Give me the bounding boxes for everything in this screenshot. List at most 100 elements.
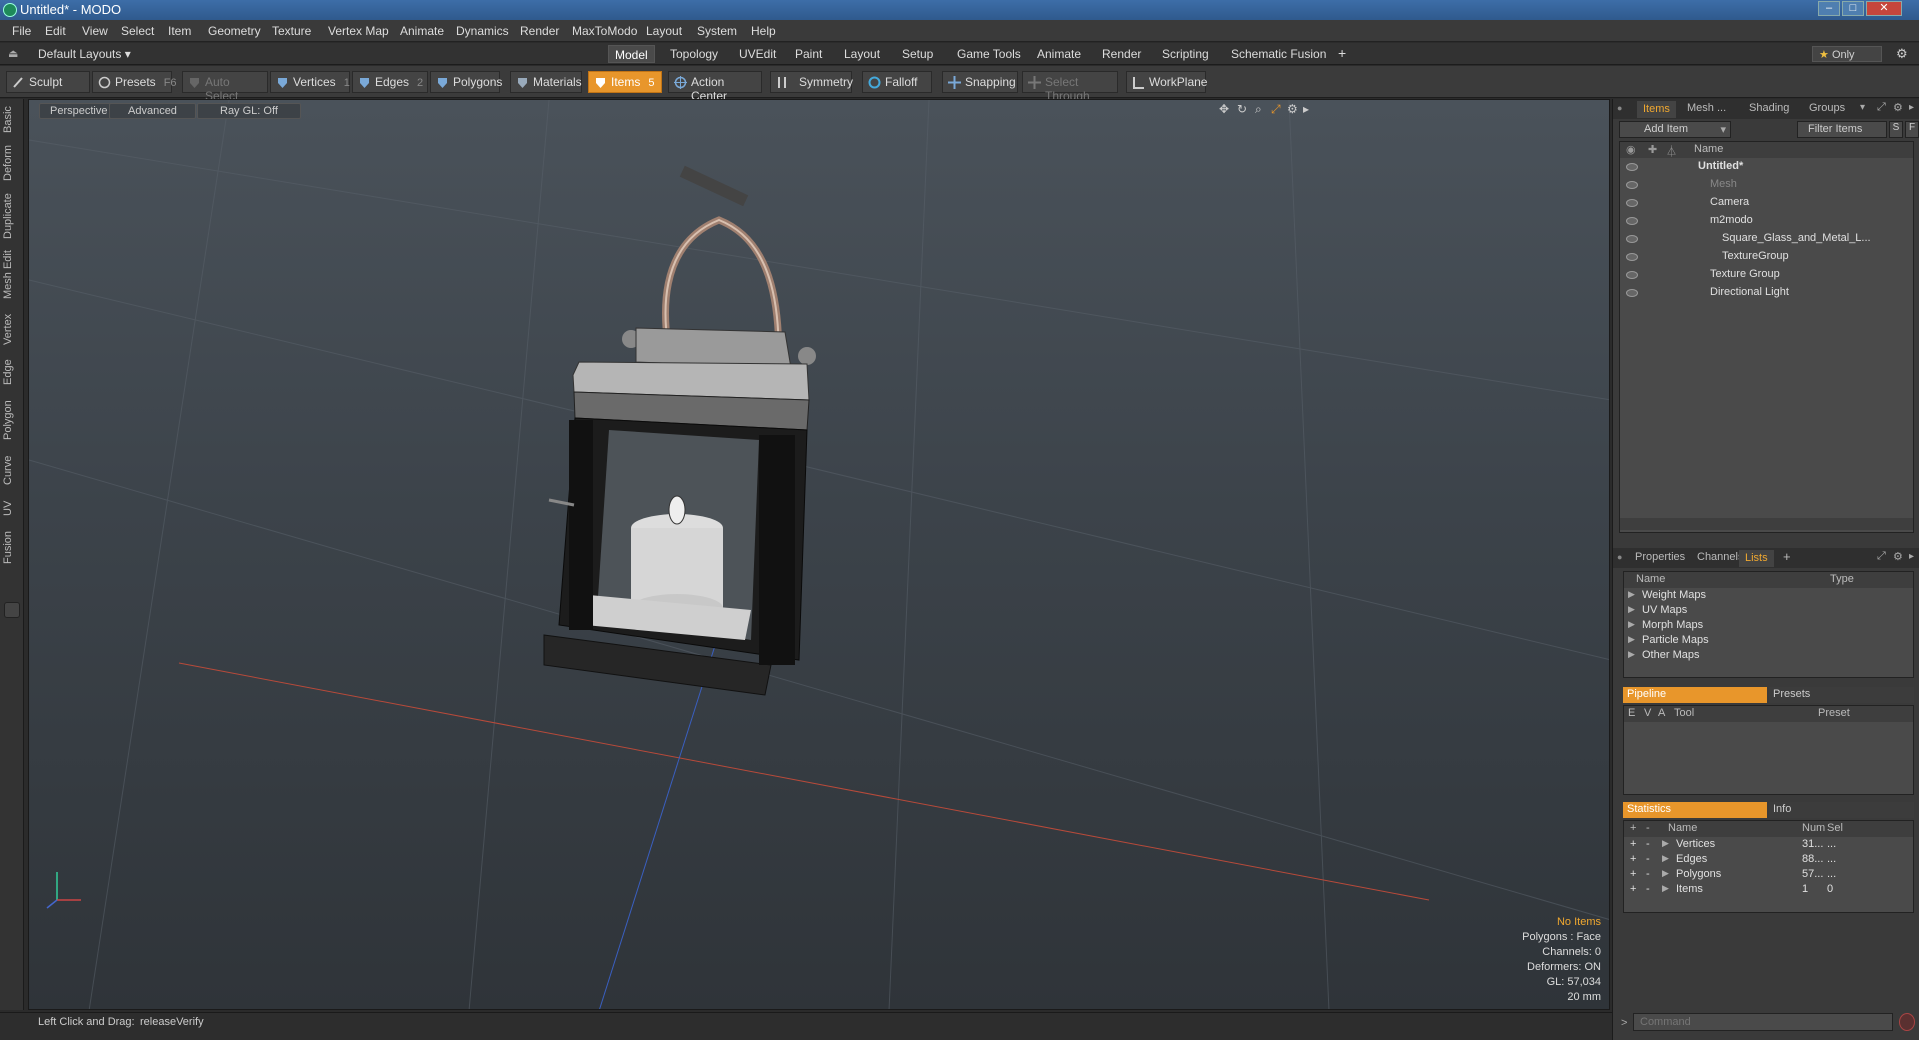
perspective-button[interactable]: Perspective (39, 103, 119, 119)
add-layout-tab-button[interactable]: + (1332, 43, 1352, 61)
visibility-eye-icon[interactable] (1626, 217, 1638, 225)
maximize-viewport-icon[interactable]: ⤢ (1271, 102, 1281, 117)
raygl-button[interactable]: Ray GL: Off (197, 103, 301, 119)
remove-from-selection-button[interactable]: - (1646, 868, 1650, 880)
menu-edit[interactable]: Edit (45, 24, 66, 38)
shading-mode-button[interactable]: Advanced (109, 103, 196, 119)
zoom-icon[interactable]: ⌕ (1255, 102, 1262, 117)
add-item-button[interactable]: Add Item ▾ (1619, 121, 1731, 138)
3d-viewport[interactable]: Perspective Advanced Ray GL: Off ✥ ↻ ⌕ ⤢… (28, 99, 1610, 1010)
item-row[interactable]: Camera (1620, 194, 1913, 212)
tab-info[interactable]: Info (1769, 802, 1914, 818)
visibility-eye-icon[interactable] (1626, 271, 1638, 279)
menu-maxtomodo[interactable]: MaxToModo (572, 24, 637, 38)
visibility-eye-icon[interactable] (1626, 163, 1638, 171)
tab-layout[interactable]: Layout (838, 45, 886, 63)
snapping-button[interactable]: Snapping (942, 71, 1018, 93)
item-row[interactable]: Directional Light (1620, 284, 1913, 302)
vertices-button[interactable]: Vertices 1 (270, 71, 350, 93)
menu-animate[interactable]: Animate (400, 24, 444, 38)
visibility-eye-icon[interactable] (1626, 289, 1638, 297)
record-macro-icon[interactable] (1899, 1013, 1915, 1031)
viewport-gear-icon[interactable]: ⚙ (1287, 102, 1298, 116)
menu-system[interactable]: System (697, 24, 737, 38)
panel-expand-icon[interactable]: ⤢ (1877, 101, 1886, 114)
tab-items[interactable]: Items (1637, 101, 1676, 118)
add-to-selection-button[interactable]: + (1630, 853, 1636, 865)
falloff-button[interactable]: Falloff (862, 71, 932, 93)
panel-gear-icon[interactable]: ⚙ (1893, 101, 1903, 114)
filter-items-input[interactable]: Filter Items (1797, 121, 1887, 138)
menu-layout[interactable]: Layout (646, 24, 682, 38)
close-button[interactable]: ✕ (1866, 1, 1902, 16)
tab-curve[interactable]: Curve (2, 451, 22, 489)
edges-button[interactable]: Edges 2 (352, 71, 428, 93)
menu-file[interactable]: File (12, 24, 31, 38)
tab-mesh[interactable]: Mesh ... (1687, 102, 1726, 114)
visibility-eye-icon[interactable] (1626, 199, 1638, 207)
tab-vertex[interactable]: Vertex (2, 309, 22, 349)
panel-menu-icon[interactable]: ▸ (1909, 102, 1914, 113)
visibility-eye-icon[interactable] (1626, 253, 1638, 261)
gear-icon[interactable]: ⚙ (1896, 46, 1908, 62)
remove-from-selection-button[interactable]: - (1646, 853, 1650, 865)
tab-animate[interactable]: Animate (1031, 45, 1087, 63)
tab-statistics[interactable]: Statistics (1623, 802, 1767, 818)
add-to-selection-button[interactable]: + (1630, 868, 1636, 880)
layouts-dropdown[interactable]: Default Layouts ▾ (38, 47, 131, 61)
expand-arrow-icon[interactable]: ▶ (1628, 589, 1635, 600)
menu-render[interactable]: Render (520, 24, 559, 38)
tab-edge[interactable]: Edge (2, 355, 22, 389)
tab-render[interactable]: Render (1096, 45, 1147, 63)
tab-fusion[interactable]: Fusion (2, 527, 22, 567)
tab-scripting[interactable]: Scripting (1156, 45, 1215, 63)
symmetry-button[interactable]: Symmetry (770, 71, 853, 93)
tab-polygon[interactable]: Polygon (2, 395, 22, 445)
tab-deform[interactable]: Deform (2, 143, 22, 183)
expand-arrow-icon[interactable]: ▶ (1662, 838, 1669, 849)
expand-arrow-icon[interactable]: ▶ (1628, 604, 1635, 615)
tab-topology[interactable]: Topology (664, 45, 724, 63)
remove-from-selection-button[interactable]: - (1646, 883, 1650, 895)
tab-model[interactable]: Model (608, 45, 655, 63)
item-row[interactable]: Untitled* (1620, 158, 1913, 176)
statistics-row[interactable]: + - ▶ Items 1 0 (1624, 882, 1913, 900)
tab-shading[interactable]: Shading (1749, 102, 1789, 114)
tab-basic[interactable]: Basic (2, 103, 22, 137)
tab-channels[interactable]: Channels (1697, 551, 1743, 563)
tab-duplicate[interactable]: Duplicate (2, 191, 22, 241)
rotate-icon[interactable]: ↻ (1237, 102, 1247, 116)
palette-toggle-button[interactable] (4, 602, 20, 618)
expand-arrow-icon[interactable]: ▶ (1662, 868, 1669, 879)
tab-game-tools[interactable]: Game Tools (951, 45, 1027, 63)
tab-pipeline[interactable]: Pipeline (1623, 687, 1767, 703)
menu-view[interactable]: View (82, 24, 108, 38)
item-row[interactable]: m2modo (1620, 212, 1913, 230)
workplane-button[interactable]: WorkPlane (1126, 71, 1207, 93)
tab-groups[interactable]: Groups (1809, 102, 1845, 114)
menu-select[interactable]: Select (121, 24, 154, 38)
polygons-button[interactable]: Polygons (430, 71, 502, 93)
minimize-button[interactable]: – (1818, 1, 1840, 16)
only-toggle[interactable]: ★ Only (1812, 46, 1882, 62)
item-row[interactable]: Mesh (1620, 176, 1913, 194)
command-input[interactable] (1633, 1013, 1893, 1031)
expand-arrow-icon[interactable]: ▶ (1662, 883, 1669, 894)
presets-button[interactable]: Presets F6 (92, 71, 177, 93)
tab-paint[interactable]: Paint (789, 45, 828, 63)
tab-schematic-fusion[interactable]: Schematic Fusion (1225, 45, 1332, 63)
item-row[interactable]: Texture Group (1620, 266, 1913, 284)
add-to-selection-button[interactable]: + (1630, 883, 1636, 895)
panel-expand-icon[interactable]: ⤢ (1877, 550, 1886, 563)
item-row[interactable]: TextureGroup (1620, 248, 1913, 266)
menu-item[interactable]: Item (168, 24, 191, 38)
add-panel-tab-button[interactable]: + (1783, 549, 1791, 564)
visibility-eye-icon[interactable] (1626, 181, 1638, 189)
viewport-menu-arrow-icon[interactable]: ▸ (1303, 102, 1309, 116)
tab-lists[interactable]: Lists (1739, 550, 1774, 567)
menu-help[interactable]: Help (751, 24, 776, 38)
item-row[interactable]: Square_Glass_and_Metal_L... (1620, 230, 1913, 248)
menu-geometry[interactable]: Geometry (208, 24, 261, 38)
expand-arrow-icon[interactable]: ▶ (1628, 634, 1635, 645)
auto-select-button[interactable]: Auto Select (182, 71, 268, 103)
